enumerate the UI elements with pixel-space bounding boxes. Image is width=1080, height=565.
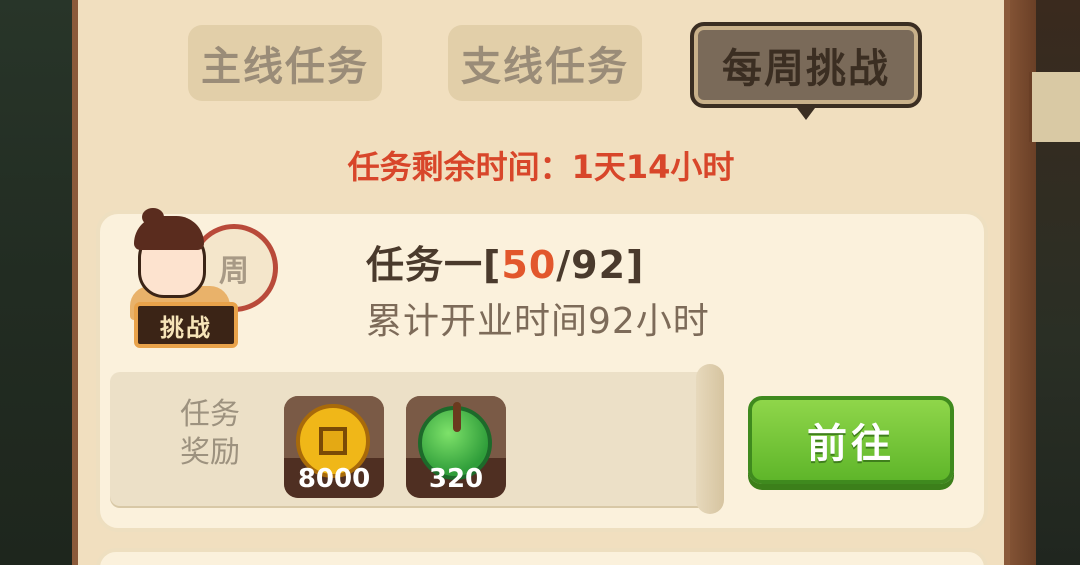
task-panel: 主线任务 支线任务 每周挑战 任务剩余时间：1天14小时 周 挑战 任务一[50… <box>72 0 1010 565</box>
side-sign <box>1029 72 1080 142</box>
task-description: 累计开业时间92小时 <box>366 301 710 342</box>
tab-side-quest[interactable]: 支线任务 <box>448 25 642 101</box>
go-button-label: 前往 <box>807 421 895 467</box>
remaining-time: 任务剩余时间：1天14小时 <box>347 148 735 186</box>
reward-item-jade[interactable]: 320 <box>406 396 506 498</box>
reward-label: 任务 奖励 <box>170 396 250 472</box>
task-title-prefix: 任务一[ <box>366 243 502 287</box>
reward-scroll: 任务 奖励 8000 320 <box>110 364 724 514</box>
character-bun <box>142 208 164 226</box>
tab-side-quest-label: 支线任务 <box>461 44 629 90</box>
tab-weekly-challenge-label: 每周挑战 <box>722 46 890 92</box>
tab-main-quest[interactable]: 主线任务 <box>188 25 382 101</box>
go-button[interactable]: 前往 <box>748 396 954 484</box>
coin-hole <box>319 427 347 455</box>
jade-cord <box>453 402 461 432</box>
reward-count: 8000 <box>297 464 371 494</box>
challenge-badge-label: 挑战 <box>160 313 212 342</box>
reward-label-line2: 奖励 <box>180 435 240 470</box>
next-task-card <box>96 548 988 565</box>
task-card: 周 挑战 任务一[50/92] 累计开业时间92小时 任务 奖励 8000 32… <box>96 208 988 532</box>
task-progress-current: 50 <box>501 243 557 287</box>
tab-main-quest-label: 主线任务 <box>201 44 369 90</box>
task-progress-total: /92] <box>556 243 645 287</box>
background-left <box>0 0 80 565</box>
scroll-curl <box>696 364 724 514</box>
tab-pointer <box>794 104 818 120</box>
tab-weekly-challenge[interactable]: 每周挑战 <box>690 22 922 120</box>
challenge-badge: 挑战 <box>134 302 238 348</box>
drum-character: 周 <box>219 254 249 289</box>
reward-count: 320 <box>428 464 484 494</box>
reward-item-coins[interactable]: 8000 <box>284 396 384 498</box>
task-title: 任务一[50/92] <box>366 234 644 289</box>
reward-label-line1: 任务 <box>180 397 240 432</box>
challenge-character: 周 挑战 <box>126 208 278 354</box>
